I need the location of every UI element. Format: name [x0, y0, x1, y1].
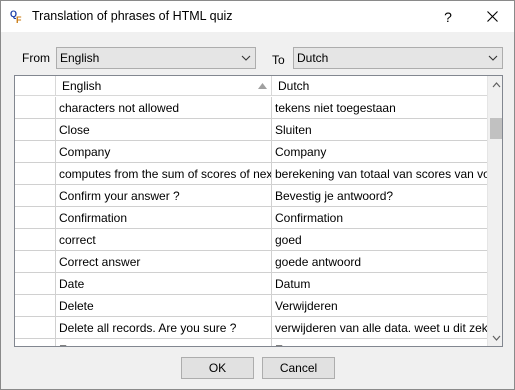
scroll-down-icon [492, 335, 500, 341]
cell-dutch[interactable]: Datum [272, 273, 487, 294]
scrollbar-thumb[interactable] [490, 118, 502, 139]
table-row[interactable]: characters not allowed tekens niet toeges… [15, 97, 487, 119]
cell-english[interactable]: Date [56, 273, 272, 294]
window-title: Translation of phrases of HTML quiz [32, 9, 233, 23]
close-icon [486, 11, 498, 22]
vertical-scrollbar[interactable] [487, 76, 502, 346]
column-header-dutch[interactable]: Dutch [272, 76, 487, 96]
row-header[interactable] [15, 97, 56, 118]
table-row[interactable]: E...E... [15, 339, 487, 347]
from-language-value: English [60, 51, 100, 65]
row-header[interactable] [15, 207, 56, 228]
svg-text:F: F [16, 15, 22, 24]
cell-dutch[interactable]: Bevestig je antwoord? [272, 185, 487, 206]
from-language-select[interactable]: English [56, 47, 256, 69]
dialog-window: Q F Translation of phrases of HTML quiz … [0, 0, 515, 390]
grid-header: English Dutch [15, 76, 487, 96]
help-icon: ? [444, 8, 452, 25]
cell-english[interactable]: correct [56, 229, 272, 250]
cell-dutch[interactable]: goed [272, 229, 487, 250]
cell-english[interactable]: Close [56, 119, 272, 140]
close-button[interactable] [470, 1, 514, 32]
table-row[interactable]: Delete all records. Are you sure ? verwij… [15, 317, 487, 339]
to-language-select[interactable]: Dutch [293, 47, 503, 69]
cell-dutch[interactable]: Company [272, 141, 487, 162]
phrases-grid[interactable]: English Dutch characters not allowed teke… [14, 75, 503, 347]
row-header[interactable] [15, 273, 56, 294]
table-row[interactable]: Confirmation Confirmation [15, 207, 487, 229]
row-header[interactable] [15, 251, 56, 272]
table-row[interactable]: Correct answer goede antwoord [15, 251, 487, 273]
cell-english[interactable]: Confirmation [56, 207, 272, 228]
row-header[interactable] [15, 185, 56, 206]
cell-english[interactable]: Delete [56, 295, 272, 316]
scroll-up-icon [492, 81, 500, 87]
table-row[interactable]: Delete Verwijderen [15, 295, 487, 317]
grid-rows: characters not allowed tekens niet toeges… [15, 97, 487, 347]
to-language-value: Dutch [297, 51, 329, 65]
cell-dutch[interactable]: Confirmation [272, 207, 487, 228]
table-row[interactable]: Close Sluiten [15, 119, 487, 141]
from-label: From [22, 51, 50, 65]
cell-english[interactable]: Confirm your answer ? [56, 185, 272, 206]
scroll-down-button[interactable] [488, 329, 502, 346]
sort-ascending-icon [258, 83, 267, 89]
chevron-down-icon [241, 55, 251, 61]
cell-english[interactable]: Company [56, 141, 272, 162]
to-label: To [272, 53, 285, 67]
row-header[interactable] [15, 229, 56, 250]
row-header[interactable] [15, 317, 56, 338]
help-button[interactable]: ? [426, 1, 470, 32]
ok-button[interactable]: OK [181, 357, 254, 379]
table-row[interactable]: computes from the sum of scores of next … [15, 163, 487, 185]
cell-dutch[interactable]: verwijderen van alle data. weet u dit ze… [272, 317, 487, 338]
cell-english[interactable]: E... [56, 339, 272, 346]
column-header-english[interactable]: English [56, 76, 272, 96]
row-header[interactable] [15, 295, 56, 316]
cell-english[interactable]: Correct answer [56, 251, 272, 272]
table-row[interactable]: correct goed [15, 229, 487, 251]
cell-english[interactable]: computes from the sum of scores of next … [56, 163, 272, 184]
row-header[interactable] [15, 141, 56, 162]
scroll-up-button[interactable] [488, 76, 502, 93]
cell-english[interactable]: Delete all records. Are you sure ? [56, 317, 272, 338]
cell-dutch[interactable]: E... [272, 339, 487, 347]
row-header[interactable] [15, 163, 56, 184]
row-header[interactable] [15, 339, 56, 346]
cell-dutch[interactable]: Sluiten [272, 119, 487, 140]
row-header-corner [15, 76, 56, 96]
cell-dutch[interactable]: goede antwoord [272, 251, 487, 272]
cancel-button[interactable]: Cancel [262, 357, 335, 379]
cell-dutch[interactable]: Verwijderen [272, 295, 487, 316]
cell-dutch[interactable]: berekening van totaal van scores van vol… [272, 163, 487, 184]
cell-english[interactable]: characters not allowed [56, 97, 272, 118]
cell-dutch[interactable]: tekens niet toegestaan [272, 97, 487, 118]
table-row[interactable]: Date Datum [15, 273, 487, 295]
table-row[interactable]: Company Company [15, 141, 487, 163]
chevron-down-icon [488, 55, 498, 61]
row-header[interactable] [15, 119, 56, 140]
app-icon: Q F [10, 8, 24, 24]
table-row[interactable]: Confirm your answer ? Bevestig je antwoor… [15, 185, 487, 207]
title-bar: Q F Translation of phrases of HTML quiz … [1, 1, 514, 32]
